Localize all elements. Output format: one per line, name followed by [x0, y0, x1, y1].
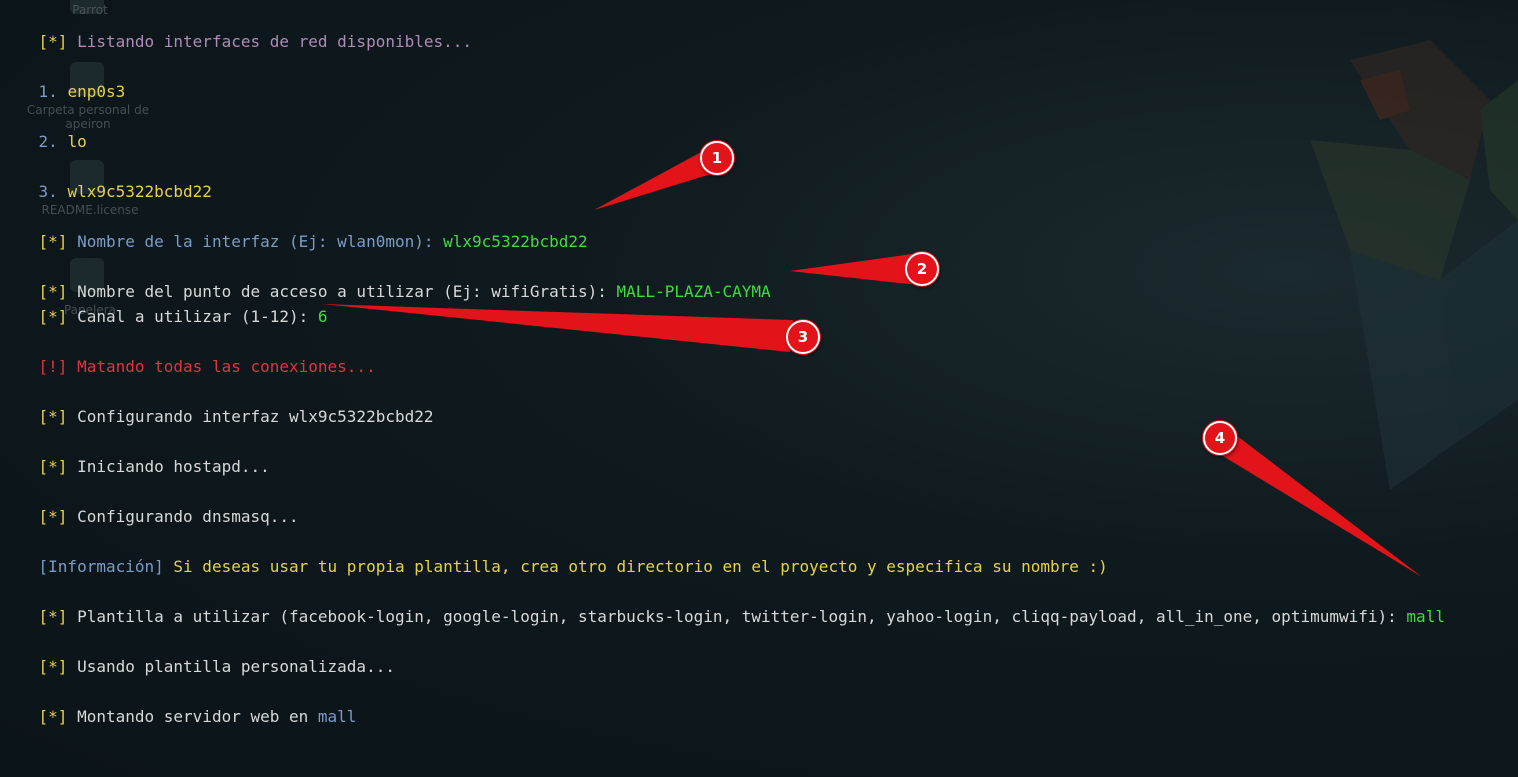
- annotation-marker-1: 1: [700, 141, 734, 175]
- annotation-marker-2: 2: [905, 252, 939, 286]
- annotation-marker-4: 4: [1203, 421, 1237, 455]
- annotation-arrows: [322, 150, 1422, 577]
- annotation-marker-3: 3: [786, 320, 820, 354]
- annotation-pointer-4: [1208, 432, 1422, 577]
- annotation-pointer-2: [790, 254, 918, 285]
- annotation-pointer-3: [322, 304, 793, 352]
